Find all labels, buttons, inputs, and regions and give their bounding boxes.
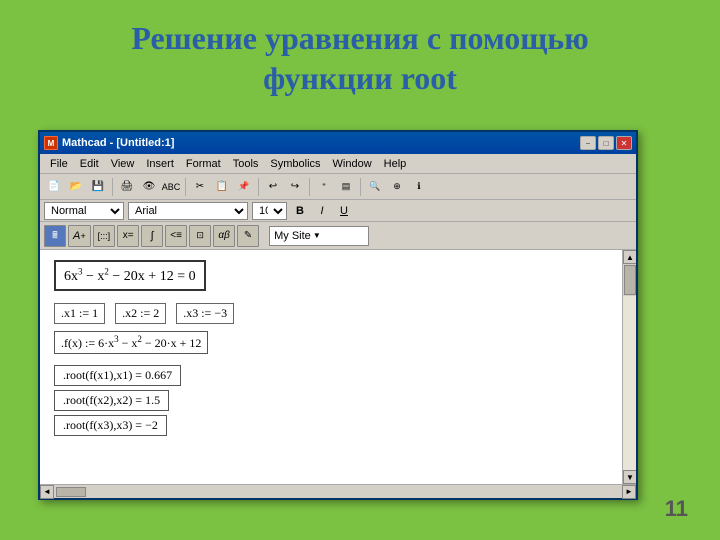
scroll-track: [623, 296, 636, 470]
copy-icon[interactable]: 📋: [212, 177, 232, 197]
separator-4: [309, 178, 310, 196]
main-equation[interactable]: 6x3 − x2 − 20x + 12 = 0: [54, 260, 206, 291]
scroll-thumb[interactable]: [624, 265, 636, 295]
app-icon: M: [44, 136, 58, 150]
assign-x1[interactable]: .x1 := 1: [54, 303, 105, 324]
math-toolbar: 🖩 A+ [:::] x= ∫ <≡ ⊡ αβ ✎ My Site ▼: [40, 222, 636, 250]
size-select[interactable]: 10: [252, 202, 287, 220]
save-icon[interactable]: 💾: [88, 177, 108, 197]
scroll-right-button[interactable]: ►: [622, 485, 636, 499]
math-btn-calc[interactable]: 🖩: [44, 225, 66, 247]
math-btn-equal[interactable]: x=: [117, 225, 139, 247]
math-btn-compare[interactable]: <≡: [165, 225, 187, 247]
paste-icon[interactable]: 📌: [234, 177, 254, 197]
menu-bar: File Edit View Insert Format Tools Symbo…: [40, 154, 636, 174]
page-number: 11: [665, 496, 688, 522]
separator-5: [360, 178, 361, 196]
bold-button[interactable]: B: [291, 202, 309, 220]
maximize-button[interactable]: □: [598, 136, 614, 150]
mathcad-window: M Mathcad - [Untitled:1] − □ ✕ File Edit…: [38, 130, 638, 500]
preview-icon[interactable]: 👁: [139, 177, 159, 197]
menu-edit[interactable]: Edit: [74, 154, 105, 173]
title-bar: M Mathcad - [Untitled:1] − □ ✕: [40, 132, 636, 154]
assignments-row: .x1 := 1 .x2 := 2 .x3 := −3: [54, 303, 608, 324]
math-btn-matrix[interactable]: [:::]: [93, 225, 116, 247]
dropdown-arrow-icon: ▼: [313, 231, 321, 240]
h-scroll-thumb[interactable]: [56, 487, 86, 497]
math-btn-integral[interactable]: ∫: [141, 225, 163, 247]
scroll-left-button[interactable]: ◄: [40, 485, 54, 499]
my-site-dropdown[interactable]: My Site ▼: [269, 226, 369, 246]
new-icon[interactable]: 📄: [44, 177, 64, 197]
root-result-2[interactable]: .root(f(x2),x2) = 1.5: [54, 390, 169, 411]
root-results: .root(f(x1),x1) = 0.667 .root(f(x2),x2) …: [54, 363, 608, 438]
scroll-up-button[interactable]: ▲: [623, 250, 636, 264]
menu-format[interactable]: Format: [180, 154, 227, 173]
horizontal-scrollbar: ◄ ►: [40, 484, 636, 498]
quote-icon[interactable]: ": [314, 177, 334, 197]
resource-icon[interactable]: ▤: [336, 177, 356, 197]
menu-symbolics[interactable]: Symbolics: [264, 154, 326, 173]
find-icon[interactable]: 🔍: [365, 177, 385, 197]
document-area: 6x3 − x2 − 20x + 12 = 0 .x1 := 1 .x2 := …: [40, 250, 622, 484]
content-area: 6x3 − x2 − 20x + 12 = 0 .x1 := 1 .x2 := …: [40, 250, 636, 484]
separator-2: [185, 178, 186, 196]
menu-help[interactable]: Help: [378, 154, 413, 173]
math-btn-symbol[interactable]: A+: [68, 225, 91, 247]
spell-icon[interactable]: ABC: [161, 177, 181, 197]
cut-icon[interactable]: ✂: [190, 177, 210, 197]
zoom-icon[interactable]: ⊕: [387, 177, 407, 197]
window-controls: − □ ✕: [580, 136, 632, 150]
undo-icon[interactable]: ↩: [263, 177, 283, 197]
vertical-scrollbar: ▲ ▼: [622, 250, 636, 484]
slide-title: Решение уравнения с помощью функции root: [80, 18, 640, 98]
root-result-3[interactable]: .root(f(x3),x3) = −2: [54, 415, 167, 436]
minimize-button[interactable]: −: [580, 136, 596, 150]
italic-button[interactable]: I: [313, 202, 331, 220]
math-btn-plot[interactable]: ⊡: [189, 225, 211, 247]
menu-view[interactable]: View: [105, 154, 141, 173]
open-icon[interactable]: 📂: [66, 177, 86, 197]
math-btn-text[interactable]: ✎: [237, 225, 259, 247]
menu-tools[interactable]: Tools: [227, 154, 265, 173]
info-icon[interactable]: ℹ: [409, 177, 429, 197]
menu-file[interactable]: File: [44, 154, 74, 173]
window-title: Mathcad - [Untitled:1]: [62, 137, 580, 149]
assign-x3[interactable]: .x3 := −3: [176, 303, 234, 324]
close-button[interactable]: ✕: [616, 136, 632, 150]
format-bar: Normal Arial 10 B I U: [40, 200, 636, 222]
root-result-1[interactable]: .root(f(x1),x1) = 0.667: [54, 365, 181, 386]
separator-3: [258, 178, 259, 196]
font-select[interactable]: Arial: [128, 202, 248, 220]
print-icon[interactable]: 🖨: [117, 177, 137, 197]
separator-1: [112, 178, 113, 196]
scroll-down-button[interactable]: ▼: [623, 470, 636, 484]
assign-x2[interactable]: .x2 := 2: [115, 303, 166, 324]
main-toolbar: 📄 📂 💾 🖨 👁 ABC ✂ 📋 📌 ↩ ↪ " ▤ 🔍 ⊕ ℹ: [40, 174, 636, 200]
style-select[interactable]: Normal: [44, 202, 124, 220]
redo-icon[interactable]: ↪: [285, 177, 305, 197]
math-btn-greek[interactable]: αβ: [213, 225, 235, 247]
underline-button[interactable]: U: [335, 202, 353, 220]
function-definition[interactable]: .f(x) := 6·x3 − x2 − 20·x + 12: [54, 331, 208, 354]
menu-window[interactable]: Window: [327, 154, 378, 173]
menu-insert[interactable]: Insert: [140, 154, 180, 173]
